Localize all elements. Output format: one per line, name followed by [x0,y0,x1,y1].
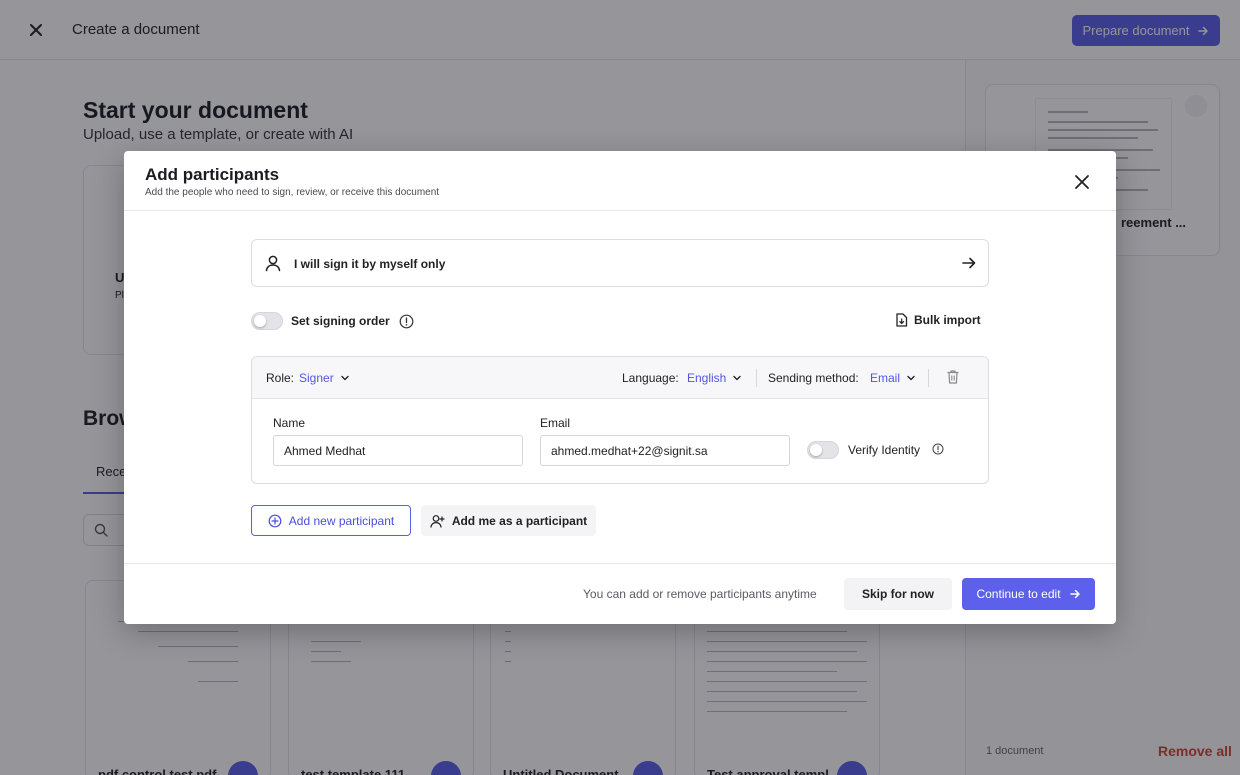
divider [756,369,757,387]
participant-card: Role: Signer Language: English Sending m… [251,356,989,484]
sign-myself-option[interactable]: I will sign it by myself only [251,239,989,287]
toggle-knob [254,315,266,327]
dialog-header: Add participants Add the people who need… [124,151,1116,211]
verify-identity-label: Verify Identity [848,443,921,457]
sending-method-dropdown[interactable]: Email [870,371,916,385]
info-icon[interactable] [932,443,944,455]
dialog-subtitle: Add the people who need to sign, review,… [145,187,440,198]
add-new-participant-button[interactable]: Add new participant [251,505,411,536]
sending-method-label: Sending method: [768,371,859,385]
chevron-down-icon [732,373,742,383]
bulk-import-label: Bulk import [914,313,981,327]
email-label: Email [540,416,571,430]
divider [928,369,929,387]
bulk-import-button[interactable]: Bulk import [895,313,981,327]
signing-order-label: Set signing order [291,314,390,328]
role-dropdown[interactable]: Signer [299,371,350,385]
verify-identity-toggle[interactable] [807,441,839,459]
add-participants-dialog: Add participants Add the people who need… [124,151,1116,624]
toggle-knob [810,444,822,456]
dialog-title: Add participants [145,165,280,184]
file-import-icon [895,313,908,327]
name-field[interactable] [273,435,523,466]
person-icon [264,254,282,272]
language-label: Language: [622,371,679,385]
language-value: English [687,371,727,385]
name-label: Name [273,416,306,430]
dialog-footer: You can add or remove participants anyti… [124,563,1116,624]
language-dropdown[interactable]: English [687,371,742,385]
skip-button[interactable]: Skip for now [844,578,952,610]
email-field[interactable] [540,435,790,466]
signing-order-toggle[interactable] [251,312,283,330]
plus-circle-icon [268,514,282,528]
role-value: Signer [299,371,334,385]
trash-icon[interactable] [946,369,960,385]
participant-card-header: Role: Signer Language: English Sending m… [252,357,988,399]
add-me-button[interactable]: Add me as a participant [421,505,596,536]
footer-note: You can add or remove participants anyti… [583,587,817,601]
close-icon[interactable] [1072,172,1092,192]
continue-button[interactable]: Continue to edit [962,578,1095,610]
sending-method-value: Email [870,371,901,385]
role-label: Role: [266,371,295,385]
user-plus-icon [430,514,445,528]
add-me-label: Add me as a participant [451,513,588,528]
arrow-right-icon [961,255,977,271]
chevron-down-icon [906,373,916,383]
sign-myself-label: I will sign it by myself only [294,257,446,271]
arrow-right-icon [1069,588,1081,600]
add-new-participant-label: Add new participant [288,513,395,528]
chevron-down-icon [340,373,350,383]
info-icon[interactable] [399,314,414,329]
continue-label: Continue to edit [976,587,1061,601]
